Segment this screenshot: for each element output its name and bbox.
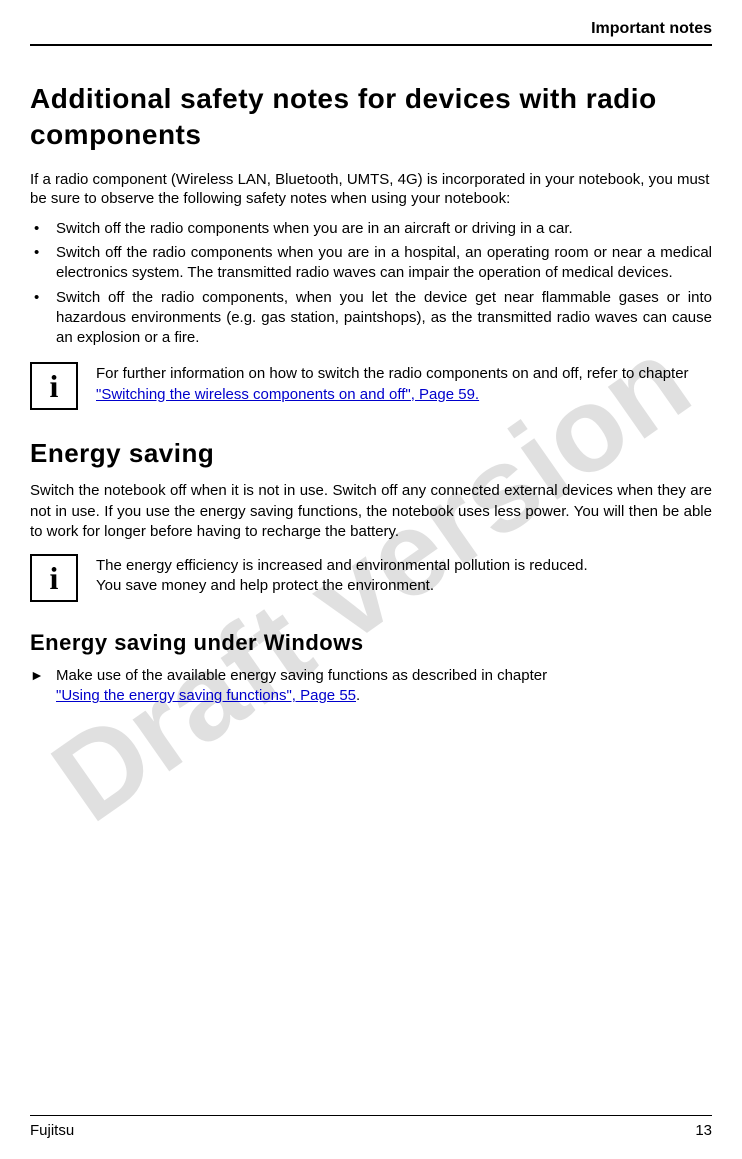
info-block-radio: i For further information on how to swit… xyxy=(30,362,712,410)
action-prefix: Make use of the available energy saving … xyxy=(56,667,547,684)
link-energy-functions[interactable]: "Using the energy saving functions", Pag… xyxy=(56,687,356,704)
bullet-item: Switch off the radio components, when yo… xyxy=(30,288,712,349)
bullet-item: Switch off the radio components when you… xyxy=(30,219,712,239)
action-suffix: . xyxy=(356,687,360,704)
info-line-2: You save money and help protect the envi… xyxy=(96,577,434,594)
footer-brand: Fujitsu xyxy=(30,1122,74,1139)
heading-energy-windows: Energy saving under Windows xyxy=(30,630,712,656)
heading-energy-saving: Energy saving xyxy=(30,438,712,469)
link-switching-wireless[interactable]: "Switching the wireless components on an… xyxy=(96,386,479,403)
info-prefix: For further information on how to switch… xyxy=(96,365,689,382)
action-item: Make use of the available energy saving … xyxy=(30,666,712,707)
info-icon: i xyxy=(30,554,78,602)
bullet-item: Switch off the radio components when you… xyxy=(30,243,712,284)
page-content: Important notes Additional safety notes … xyxy=(30,20,712,707)
action-list: Make use of the available energy saving … xyxy=(30,666,712,707)
radio-safety-bullets: Switch off the radio components when you… xyxy=(30,219,712,349)
info-text: The energy efficiency is increased and e… xyxy=(96,554,588,597)
radio-intro-paragraph: If a radio component (Wireless LAN, Blue… xyxy=(30,170,712,209)
page-footer: Fujitsu 13 xyxy=(30,1115,712,1139)
energy-saving-paragraph: Switch the notebook off when it is not i… xyxy=(30,481,712,542)
info-text: For further information on how to switch… xyxy=(96,362,712,405)
info-line-1: The energy efficiency is increased and e… xyxy=(96,557,588,574)
info-icon: i xyxy=(30,362,78,410)
heading-radio-safety: Additional safety notes for devices with… xyxy=(30,81,712,154)
header-section-title: Important notes xyxy=(30,20,712,46)
footer-page-number: 13 xyxy=(695,1122,712,1139)
info-block-energy: i The energy efficiency is increased and… xyxy=(30,554,712,602)
